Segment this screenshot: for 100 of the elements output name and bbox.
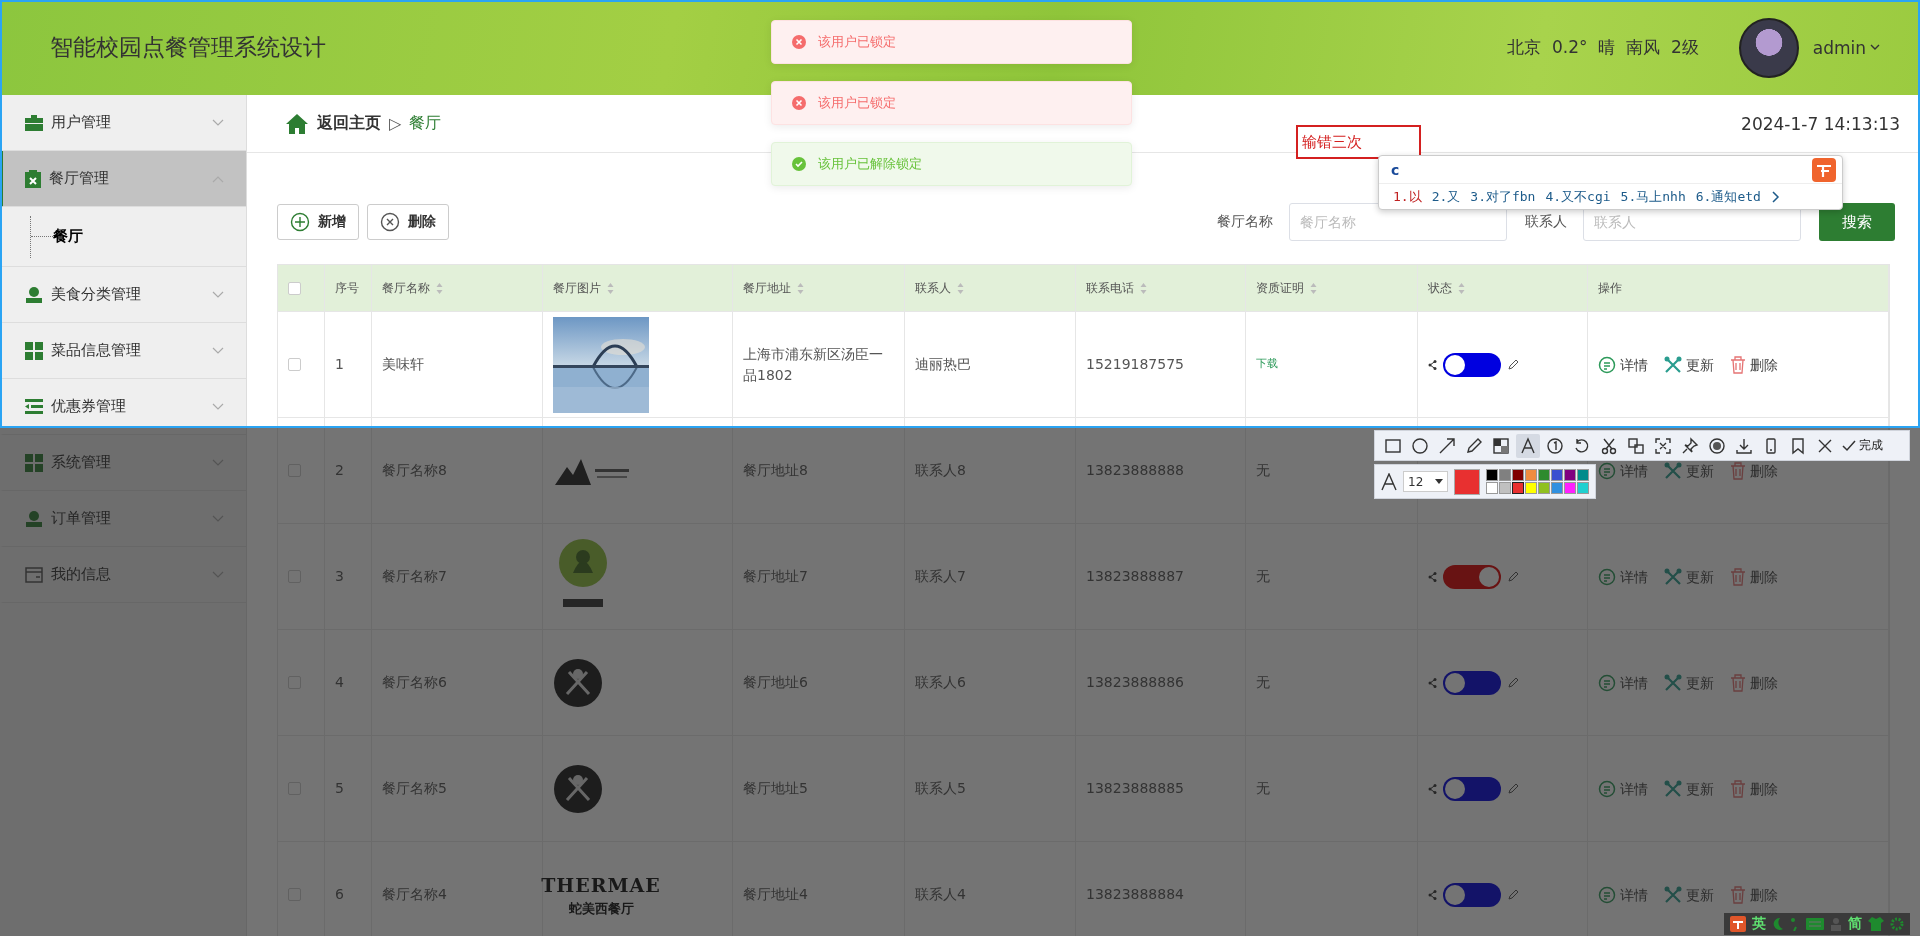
color-swatch[interactable]: [1499, 482, 1511, 494]
column-header[interactable]: 序号: [335, 279, 359, 297]
selection-frame[interactable]: [0, 0, 1920, 428]
delete-button[interactable]: 删除: [367, 204, 449, 240]
trash-icon: [1730, 355, 1746, 374]
sort-icon: [1140, 282, 1147, 294]
ime-candidate[interactable]: 2.又: [1431, 187, 1461, 206]
home-icon[interactable]: [285, 112, 309, 135]
font-size-select[interactable]: 12: [1403, 471, 1449, 492]
ime-input-text: c: [1391, 161, 1400, 178]
color-swatch[interactable]: [1577, 469, 1589, 481]
ime-candidate[interactable]: 6.通知etd: [1695, 187, 1761, 206]
user-menu[interactable]: admin: [1812, 37, 1880, 58]
grid-icon: [25, 453, 43, 472]
color-swatch[interactable]: [1577, 482, 1589, 494]
breadcrumb-separator: ▷: [389, 114, 402, 133]
table-cell-text: 餐厅名称4: [382, 885, 447, 904]
table-cell-text: 13823888887: [1086, 567, 1184, 586]
color-swatch[interactable]: [1499, 469, 1511, 481]
tray-text[interactable]: 简: [1848, 915, 1862, 933]
column-header[interactable]: 餐厅地址: [743, 279, 791, 297]
add-button[interactable]: 新增: [277, 204, 359, 240]
column-header[interactable]: 资质证明: [1256, 279, 1304, 297]
table-cell-text: 餐厅地址4: [743, 885, 808, 904]
search-button[interactable]: 搜索: [1819, 203, 1895, 241]
ime-candidate[interactable]: 3.对了fbn: [1470, 187, 1536, 206]
sidebar-item[interactable]: 优惠券管理: [0, 379, 246, 435]
table-cell-text: 联系人8: [915, 461, 966, 480]
settings-icon[interactable]: [1890, 917, 1904, 931]
color-swatch[interactable]: [1486, 482, 1498, 494]
ime-logo-icon[interactable]: [1730, 916, 1746, 932]
column-header[interactable]: 状态: [1428, 279, 1452, 297]
table-cell-text: 上海市浦东新区汤臣一品1802: [743, 344, 884, 385]
ime-candidate[interactable]: 4.又不cgi: [1545, 187, 1611, 206]
check-circle-icon: [792, 157, 806, 171]
checkbox[interactable]: [288, 281, 301, 295]
color-swatch[interactable]: [1525, 482, 1537, 494]
column-header[interactable]: 餐厅图片: [553, 279, 601, 297]
color-swatch[interactable]: [1551, 469, 1563, 481]
column-header[interactable]: 联系人: [915, 279, 951, 297]
home-link[interactable]: 返回主页: [317, 113, 381, 134]
ime-candidate[interactable]: 5.马上nhh: [1620, 187, 1686, 206]
grid-icon: [25, 341, 43, 360]
checkbox[interactable]: [288, 358, 301, 371]
done-button[interactable]: 完成: [1842, 437, 1883, 454]
current-color-swatch[interactable]: [1454, 468, 1480, 495]
column-header[interactable]: 操作: [1598, 279, 1622, 297]
moon-icon[interactable]: [1772, 917, 1784, 931]
sidebar-item[interactable]: 餐厅管理: [0, 151, 246, 207]
list-icon: [25, 398, 43, 415]
tray-text[interactable]: 英: [1752, 915, 1766, 933]
color-swatch[interactable]: [1564, 469, 1576, 481]
column-header[interactable]: 餐厅名称: [382, 279, 430, 297]
punctuation-icon[interactable]: [1790, 917, 1800, 931]
pin-icon: [1681, 436, 1699, 455]
table-cell-text: 2: [335, 461, 344, 480]
detail-link[interactable]: 详情: [1598, 355, 1648, 374]
sidebar-subitem[interactable]: 餐厅: [53, 227, 83, 246]
toggle-switch[interactable]: [1443, 882, 1501, 907]
ime-candidate[interactable]: 1.以: [1393, 187, 1422, 206]
shirt-icon[interactable]: [1868, 917, 1884, 931]
table-cell-text: 13823888888: [1086, 461, 1184, 480]
download-link[interactable]: 下载: [1256, 356, 1278, 373]
logo-text: THERMAE: [541, 872, 661, 898]
ime-logo-icon[interactable]: [1812, 157, 1836, 182]
color-swatch[interactable]: [1538, 482, 1550, 494]
pencil-icon[interactable]: [1507, 358, 1519, 371]
sidebar-item[interactable]: 菜品信息管理: [0, 323, 246, 379]
toggle-switch[interactable]: [1443, 352, 1501, 377]
delete-link[interactable]: 删除: [1730, 355, 1778, 374]
tool-button[interactable]: [1516, 433, 1540, 458]
scan-icon: [1654, 436, 1672, 455]
translate-icon: [1627, 436, 1645, 455]
trash-icon: [1730, 673, 1746, 692]
toggle-switch[interactable]: [1443, 670, 1501, 695]
sidebar-item[interactable]: 美食分类管理: [0, 267, 246, 323]
tools-icon: [1664, 885, 1682, 904]
pencil-icon: [1465, 436, 1483, 455]
column-header[interactable]: 联系电话: [1086, 279, 1134, 297]
toggle-switch[interactable]: [1443, 776, 1501, 801]
text-annotation[interactable]: 输错三次: [1296, 125, 1421, 159]
search-label: 餐厅名称: [1217, 213, 1273, 231]
scissors-icon: [1600, 436, 1618, 455]
color-swatch[interactable]: [1525, 469, 1537, 481]
color-swatch[interactable]: [1486, 469, 1498, 481]
color-swatch[interactable]: [1512, 469, 1524, 481]
briefcase-icon: [25, 114, 43, 131]
color-swatch[interactable]: [1564, 482, 1576, 494]
color-swatch[interactable]: [1551, 482, 1563, 494]
update-link[interactable]: 更新: [1664, 355, 1714, 374]
toggle-switch[interactable]: [1443, 564, 1501, 589]
color-swatch[interactable]: [1538, 469, 1550, 481]
chevron-down-icon: [212, 118, 224, 127]
color-swatch[interactable]: [1512, 482, 1524, 494]
table-cell-text: 联系人7: [915, 567, 966, 586]
next-page-icon[interactable]: [1770, 190, 1781, 203]
trash-icon: [1730, 461, 1746, 480]
share-icon[interactable]: [1428, 359, 1437, 370]
table-cell-text: 3: [335, 567, 344, 586]
sort-icon: [1310, 282, 1317, 294]
